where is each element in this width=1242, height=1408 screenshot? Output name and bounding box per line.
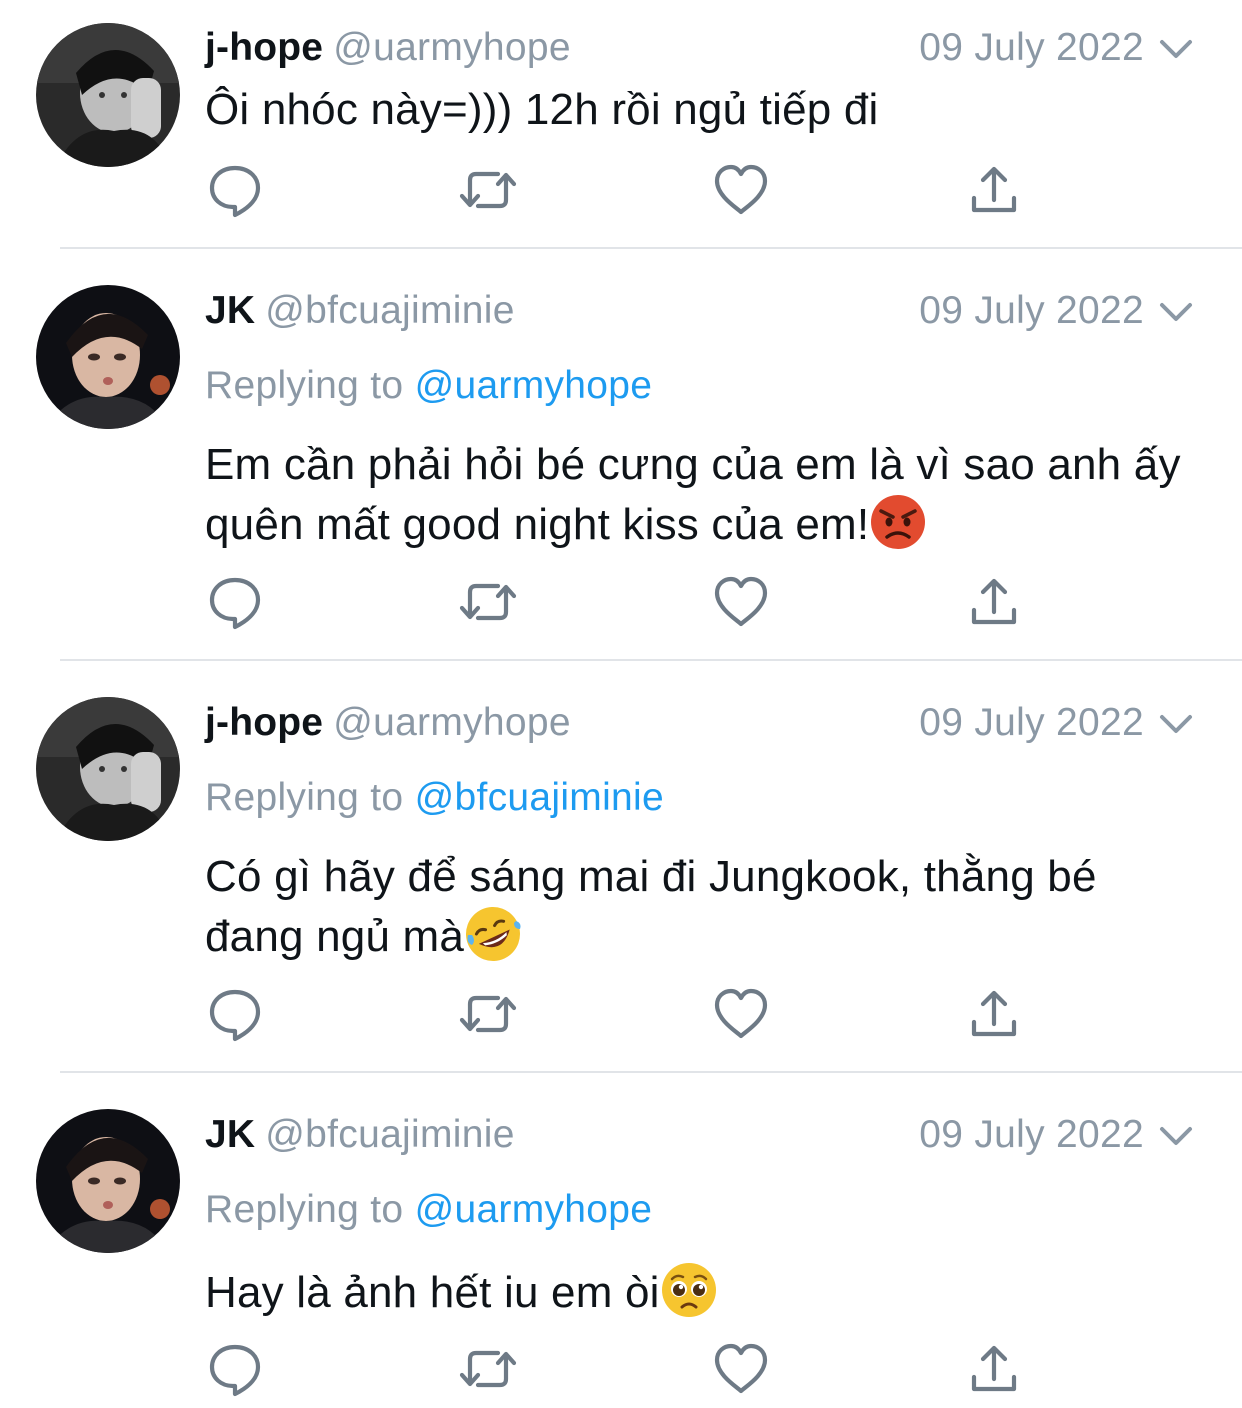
tweet-date: 09 July 2022 [919, 289, 1144, 332]
like-button[interactable] [711, 160, 771, 220]
reply-button[interactable] [205, 984, 265, 1044]
replying-to: Replying to @uarmyhope [205, 1185, 652, 1235]
author-handle[interactable]: @bfcuajiminie [265, 289, 514, 332]
rolling-laughing-face-icon [466, 907, 521, 961]
share-icon [971, 578, 1017, 625]
retweet-button[interactable] [458, 572, 518, 632]
retweet-icon [459, 1350, 517, 1388]
retweet-icon [459, 583, 517, 621]
share-button[interactable] [964, 1339, 1024, 1399]
like-icon [714, 164, 768, 215]
replying-prefix: Replying to [205, 364, 404, 407]
tweet-date: 09 July 2022 [919, 1113, 1144, 1156]
pleading-face-icon [661, 1263, 716, 1317]
replying-to: Replying to @bfcuajiminie [205, 773, 664, 823]
chevron-down-icon[interactable] [1158, 712, 1194, 736]
retweet-icon [459, 171, 517, 209]
avatar[interactable] [36, 285, 180, 429]
retweet-button[interactable] [458, 1339, 518, 1399]
retweet-button[interactable] [458, 160, 518, 220]
chevron-down-icon[interactable] [1158, 300, 1194, 324]
tweet-4[interactable]: JK @bfcuajiminie 09 July 2022 Replying to… [0, 1073, 1242, 1408]
retweet-icon [459, 995, 517, 1033]
tweet-date: 09 July 2022 [919, 26, 1144, 69]
angry-face-icon [871, 495, 926, 549]
chevron-down-icon[interactable] [1158, 37, 1194, 61]
reply-icon [209, 989, 261, 1042]
tweet-text: Ôi nhóc này=))) 12h rồi ngủ tiếp đi [205, 85, 879, 134]
reply-icon [209, 1344, 261, 1397]
author-name[interactable]: j-hope [205, 26, 323, 69]
author-name[interactable]: JK [205, 1113, 255, 1156]
avatar[interactable] [36, 23, 180, 167]
share-icon [971, 166, 1017, 213]
like-button[interactable] [711, 572, 771, 632]
author-handle[interactable]: @bfcuajiminie [265, 1113, 514, 1156]
replying-prefix: Replying to [205, 1188, 404, 1231]
replying-to-handle[interactable]: @uarmyhope [415, 1188, 653, 1231]
tweet-date: 09 July 2022 [919, 701, 1144, 744]
reply-button[interactable] [205, 1339, 265, 1399]
tweet-text: Em cần phải hỏi bé cưng của em là vì sao… [205, 440, 1181, 549]
author-name[interactable]: j-hope [205, 701, 323, 744]
share-button[interactable] [964, 160, 1024, 220]
chevron-down-icon[interactable] [1158, 1124, 1194, 1148]
tweet-1[interactable]: j-hope @uarmyhope 09 July 2022 Ôi nhóc nà… [0, 0, 1242, 248]
like-button[interactable] [711, 1339, 771, 1399]
author-name[interactable]: JK [205, 289, 255, 332]
share-button[interactable] [964, 984, 1024, 1044]
replying-to-handle[interactable]: @bfcuajiminie [415, 776, 664, 819]
tweet-2[interactable]: JK @bfcuajiminie 09 July 2022 Replying to… [0, 249, 1242, 660]
tweet-text: Hay là ảnh hết iu em òi [205, 1261, 1205, 1321]
share-icon [971, 1345, 1017, 1392]
reply-button[interactable] [205, 572, 265, 632]
retweet-button[interactable] [458, 984, 518, 1044]
share-icon [971, 990, 1017, 1037]
reply-icon [209, 165, 261, 218]
share-button[interactable] [964, 572, 1024, 632]
like-icon [714, 988, 768, 1039]
like-icon [714, 1343, 768, 1394]
tweet-3[interactable]: j-hope @uarmyhope 09 July 2022 Replying t… [0, 661, 1242, 1072]
avatar[interactable] [36, 697, 180, 841]
reply-button[interactable] [205, 160, 265, 220]
author-handle[interactable]: @uarmyhope [333, 26, 571, 69]
replying-prefix: Replying to [205, 776, 404, 819]
avatar[interactable] [36, 1109, 180, 1253]
like-icon [714, 576, 768, 627]
replying-to: Replying to @uarmyhope [205, 361, 652, 411]
like-button[interactable] [711, 984, 771, 1044]
author-handle[interactable]: @uarmyhope [333, 701, 571, 744]
tweet-text: Có gì hãy để sáng mai đi Jungkook, thằng… [205, 849, 1205, 965]
reply-icon [209, 577, 261, 630]
replying-to-handle[interactable]: @uarmyhope [415, 364, 653, 407]
